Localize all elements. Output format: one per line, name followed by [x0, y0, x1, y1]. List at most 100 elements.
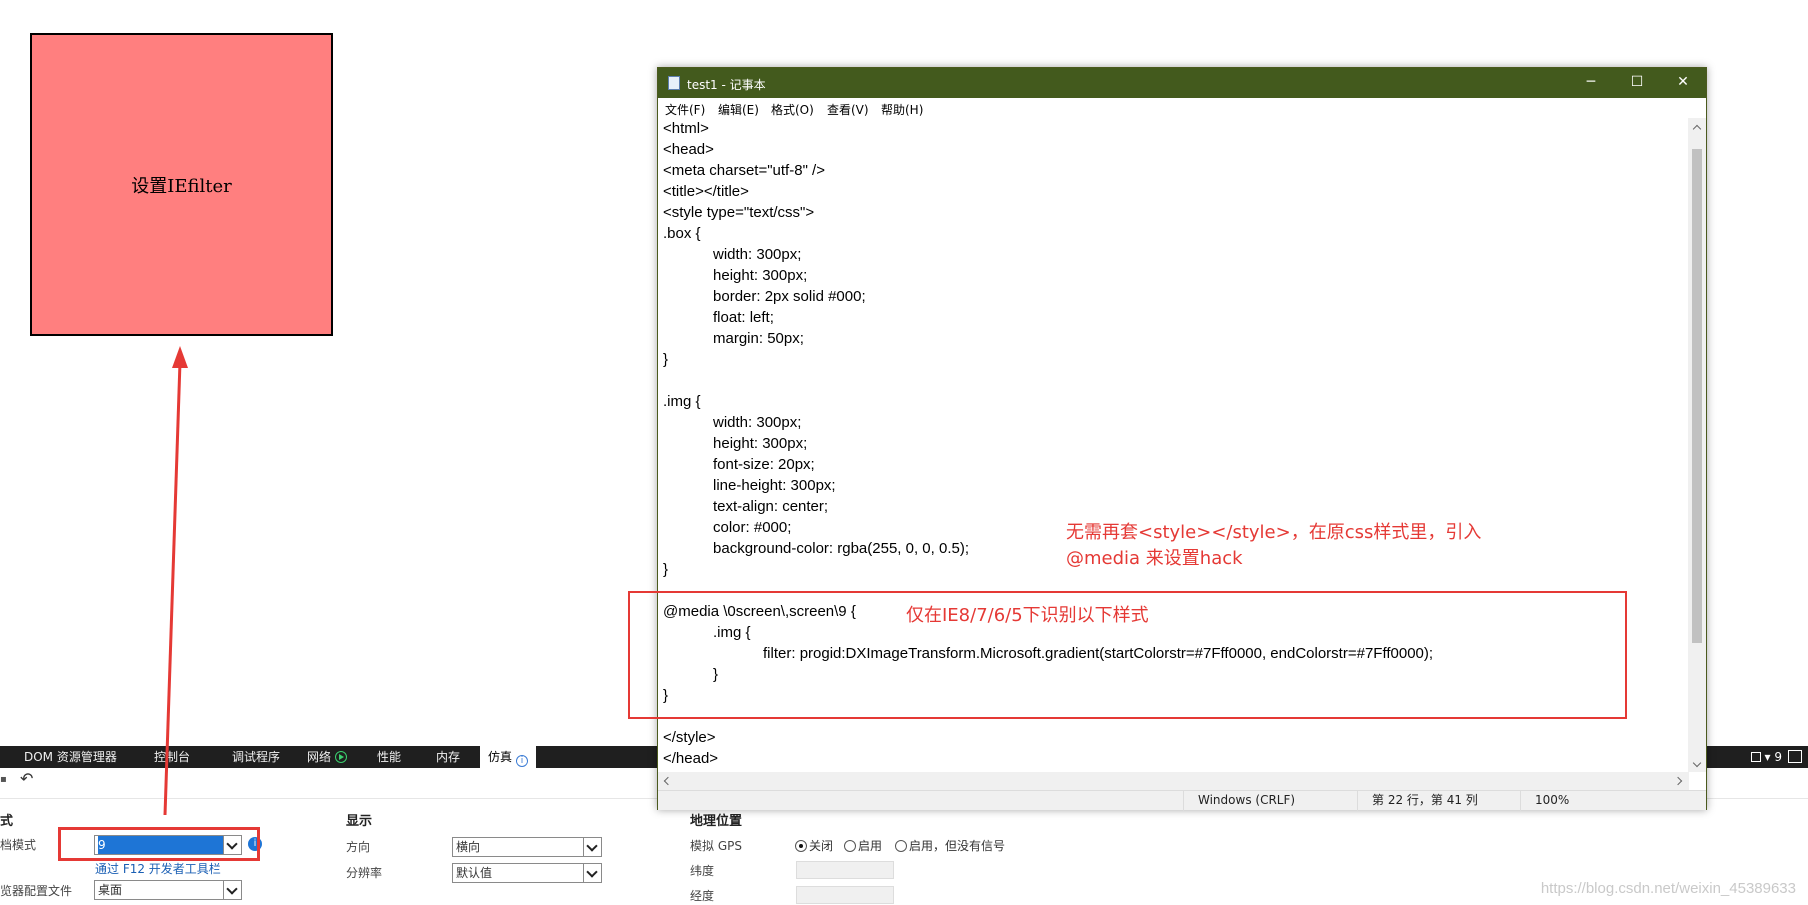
minimize-button[interactable]: ─ — [1568, 68, 1614, 98]
code-line: text-align: center; — [663, 498, 829, 515]
gps-option-no-signal[interactable]: 启用，但没有信号 — [895, 837, 1005, 854]
dropdown-arrow-icon: ▾ — [1764, 750, 1771, 764]
chevron-down-icon — [583, 864, 601, 882]
code-line: width: 300px; — [663, 414, 802, 431]
code-line: </style> — [663, 729, 716, 746]
radio-unchecked-icon — [895, 840, 907, 852]
code-line: <style type="text/css"> — [663, 204, 815, 221]
code-line: </head> — [663, 750, 719, 767]
annotation-note-line2: @media 来设置hack — [1066, 548, 1243, 569]
code-line: height: 300px; — [663, 267, 808, 284]
longitude-label: 经度 — [690, 889, 715, 903]
code-line: color: #000; — [663, 519, 792, 536]
code-line: margin: 50px; — [663, 330, 804, 347]
longitude-input[interactable] — [796, 886, 894, 904]
code-line: .img { — [663, 393, 701, 410]
notepad-app-icon — [668, 76, 680, 90]
resolution-value: 默认值 — [456, 866, 493, 880]
record-play-icon — [335, 751, 348, 763]
annotation-media-note: 仅在IE8/7/6/5下识别以下样式 — [906, 605, 1149, 626]
chevron-down-icon — [223, 881, 241, 899]
code-line: width: 300px; — [663, 246, 802, 263]
tab-dom-explorer[interactable]: DOM 资源管理器 — [24, 746, 117, 768]
radio-checked-icon — [795, 840, 807, 852]
orientation-value: 横向 — [456, 840, 481, 854]
code-line: background-color: rgba(255, 0, 0, 0.5); — [663, 540, 969, 557]
menu-file[interactable]: 文件(F) — [665, 101, 705, 118]
doc-mode-label: 档模式 — [0, 838, 37, 852]
display-section-header: 显示 — [346, 814, 373, 829]
watermark: https://blog.csdn.net/weixin_45389633 — [1540, 880, 1796, 897]
status-zoom: 100% — [1520, 791, 1690, 811]
tab-emulation-label: 仿真 — [488, 750, 513, 764]
code-line: line-height: 300px; — [663, 477, 836, 494]
tab-network[interactable]: 网络 — [307, 746, 348, 768]
code-line: font-size: 20px; — [663, 456, 815, 473]
scroll-right-icon[interactable] — [1675, 776, 1685, 786]
notepad-title-bar[interactable]: test1 - 记事本 ─ ☐ ✕ — [658, 68, 1706, 98]
gps-option-no-signal-label: 启用，但没有信号 — [909, 839, 1006, 853]
arrow-head — [172, 346, 188, 368]
tab-memory[interactable]: 内存 — [436, 746, 460, 768]
gps-option-on-label: 启用 — [858, 839, 883, 853]
code-line: <head> — [663, 141, 714, 158]
tab-emulation[interactable]: 仿真 i — [480, 746, 537, 768]
orientation-select[interactable]: 横向 — [452, 837, 602, 857]
devtools-doc-mode-indicator[interactable]: ▾ 9 — [1750, 746, 1782, 768]
ie-filter-demo-box: 设置IEfilter — [30, 33, 333, 336]
gps-option-off[interactable]: 关闭 — [795, 837, 833, 854]
tab-console[interactable]: 控制台 — [154, 746, 190, 768]
latitude-input[interactable] — [796, 861, 894, 879]
monitor-icon — [1750, 752, 1761, 762]
doc-mode-number: 9 — [1774, 750, 1782, 764]
doc-mode-highlight-box — [58, 827, 260, 861]
browser-profile-select[interactable]: 桌面 — [94, 880, 242, 900]
code-line: height: 300px; — [663, 435, 808, 452]
tab-network-label: 网络 — [307, 750, 332, 764]
reset-icon[interactable]: ↶ — [20, 769, 33, 788]
code-line: border: 2px solid #000; — [663, 288, 866, 305]
vertical-scrollbar[interactable] — [1688, 118, 1706, 772]
menu-view[interactable]: 查看(V) — [827, 101, 869, 118]
resolution-select[interactable]: 默认值 — [452, 863, 602, 883]
tab-debugger[interactable]: 调试程序 — [232, 746, 280, 768]
gps-option-on[interactable]: 启用 — [844, 837, 882, 854]
dropdown-small-icon[interactable]: ▪ — [0, 774, 7, 785]
orientation-label: 方向 — [346, 840, 371, 854]
info-icon: i — [516, 755, 529, 767]
code-line: } — [663, 351, 669, 368]
maximize-button[interactable]: ☐ — [1614, 68, 1660, 98]
scroll-thumb[interactable] — [1692, 149, 1702, 643]
geo-section-header: 地理位置 — [690, 814, 743, 829]
code-line: <html> — [663, 120, 709, 137]
notepad-title: test1 - 记事本 — [687, 78, 766, 92]
gps-label: 模拟 GPS — [690, 839, 742, 853]
code-line: float: left; — [663, 309, 774, 326]
scroll-up-icon[interactable] — [1692, 123, 1702, 133]
status-line-ending: Windows (CRLF) — [1183, 791, 1357, 811]
tab-performance[interactable]: 性能 — [377, 746, 401, 768]
radio-unchecked-icon — [844, 840, 856, 852]
code-line: <title></title> — [663, 183, 749, 200]
menu-help[interactable]: 帮助(H) — [881, 101, 923, 118]
latitude-label: 纬度 — [690, 864, 715, 878]
close-button[interactable]: ✕ — [1660, 68, 1706, 98]
code-line: <meta charset="utf-8" /> — [663, 162, 825, 179]
chevron-down-icon — [583, 838, 601, 856]
mode-section-header: 式 — [0, 814, 14, 829]
code-line: } — [663, 561, 669, 578]
browser-profile-value: 桌面 — [98, 883, 123, 897]
demo-box-text: 设置IEfilter — [131, 175, 232, 197]
scroll-left-icon[interactable] — [662, 776, 672, 786]
horizontal-scrollbar[interactable] — [658, 772, 1689, 790]
scroll-down-icon[interactable] — [1692, 760, 1702, 770]
console-toggle-icon[interactable] — [1788, 750, 1802, 763]
gps-option-off-label: 关闭 — [809, 839, 834, 853]
menu-edit[interactable]: 编辑(E) — [718, 101, 759, 118]
browser-profile-label: 览器配置文件 — [0, 884, 73, 898]
code-line: .box { — [663, 225, 701, 242]
resolution-label: 分辨率 — [346, 866, 383, 880]
doc-mode-link[interactable]: 通过 F12 开发者工具栏 — [95, 860, 221, 877]
menu-format[interactable]: 格式(O) — [771, 101, 814, 118]
status-position: 第 22 行，第 41 列 — [1357, 791, 1520, 811]
